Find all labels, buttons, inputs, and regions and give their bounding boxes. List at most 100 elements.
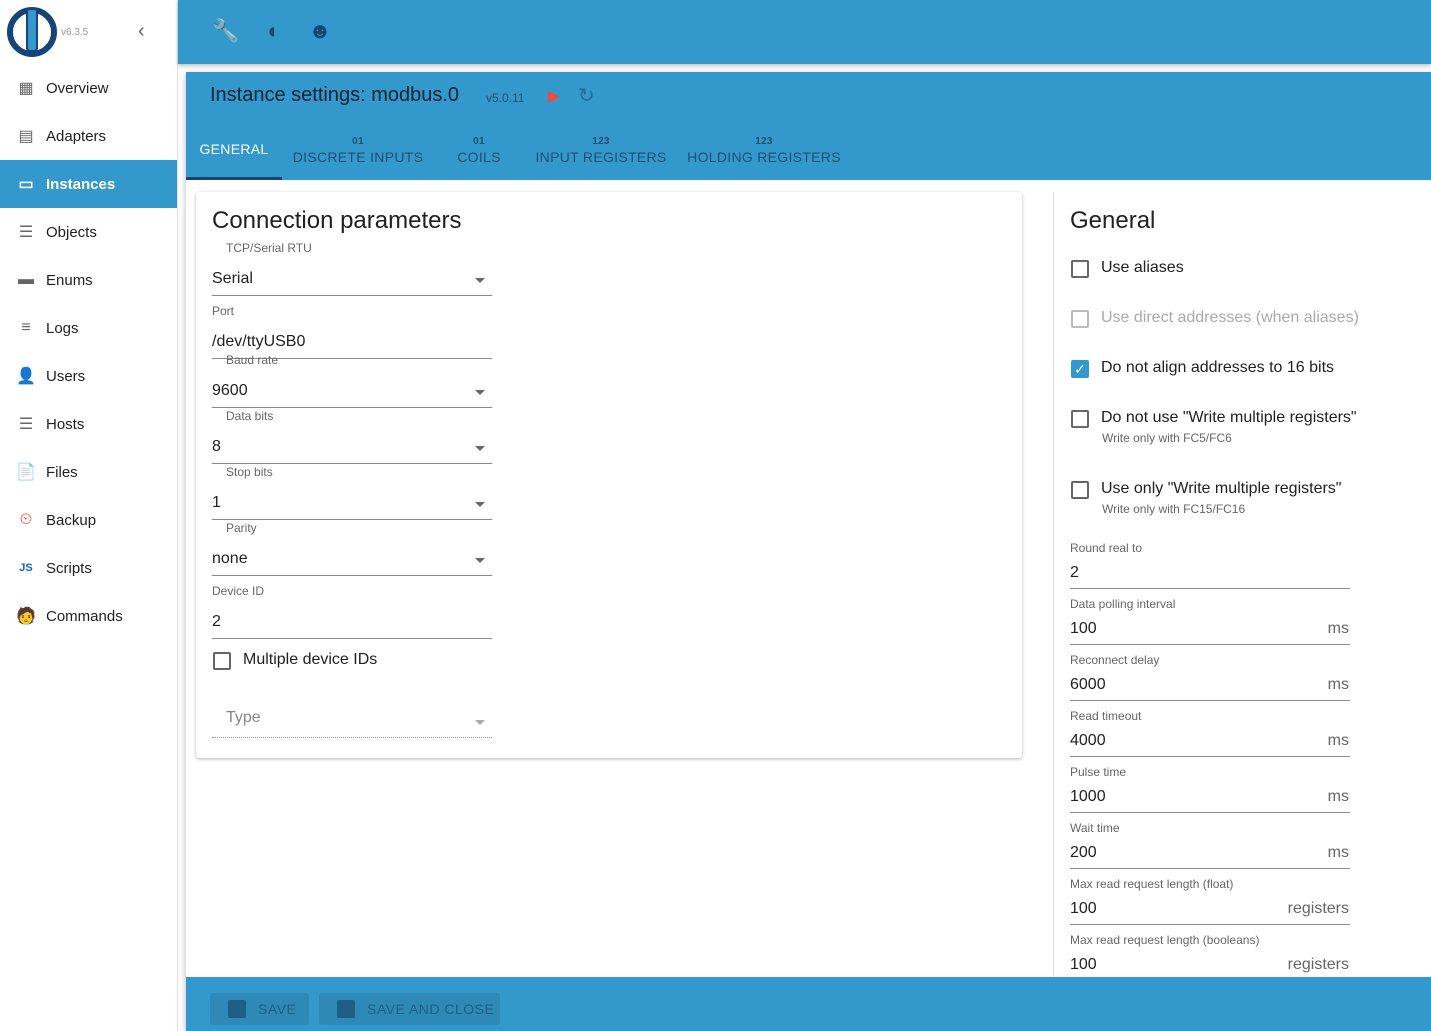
sidebar-item-files[interactable]: 📄 Files: [0, 448, 177, 496]
tab-label: COILS: [457, 148, 501, 165]
underline: [212, 737, 492, 738]
underline: [212, 519, 492, 520]
sidebar-item-logs[interactable]: ≡ Logs: [0, 304, 177, 352]
dropdown-arrow-icon: [475, 558, 485, 563]
connection-card: [196, 192, 1022, 758]
sidebar-item-scripts[interactable]: JS Scripts: [0, 544, 177, 592]
tab-label: GENERAL: [199, 140, 269, 157]
dialog-footer: SAVE SAVE AND CLOSE: [186, 977, 1431, 1031]
sidebar-item-label: Instances: [46, 175, 116, 193]
iobroker-logo: [7, 7, 57, 57]
underline: [1070, 868, 1350, 869]
sidebar-item-enums[interactable]: ▬ Enums: [0, 256, 177, 304]
checkbox-help: Write only with FC5/FC6: [1102, 431, 1232, 445]
logs-icon: ≡: [21, 319, 31, 336]
tab-discrete-inputs[interactable]: 01 DISCRETE INPUTS: [282, 120, 434, 180]
tab-icon: 123: [755, 135, 773, 147]
sidebar-item-overview[interactable]: ▦ Overview: [0, 64, 177, 112]
databits-label: Data bits: [226, 409, 274, 423]
theme-toggle-icon[interactable]: ◐: [260, 18, 288, 46]
save-button[interactable]: SAVE: [210, 993, 309, 1025]
tab-coils[interactable]: 01 COILS: [434, 120, 524, 180]
port-label: Port: [212, 304, 235, 318]
field-unit: ms: [1327, 732, 1349, 749]
field-unit: ms: [1327, 676, 1349, 693]
expert-mode-icon[interactable]: ☻: [306, 18, 334, 46]
sidebar-item-commands[interactable]: 🧑 Commands: [0, 592, 177, 640]
floppy-icon: [337, 1000, 355, 1018]
files-icon: 📄: [16, 464, 36, 481]
sidebar-item-label: Hosts: [46, 415, 85, 433]
tab-label: HOLDING REGISTERS: [687, 148, 841, 165]
sidebar-item-backup[interactable]: ⏲ Backup: [0, 496, 177, 544]
dropdown-arrow-icon: [475, 502, 485, 507]
baud-label: Baud rate: [226, 353, 279, 367]
tab-holding-registers[interactable]: 123 HOLDING REGISTERS: [678, 120, 850, 180]
field-label: Pulse time: [1070, 765, 1127, 779]
dialog-title: Instance settings: modbus.0: [210, 84, 460, 106]
collapse-chevron-icon[interactable]: ‹: [138, 20, 145, 43]
underline: [212, 295, 492, 296]
sidebar-item-adapters[interactable]: ▤ Adapters: [0, 112, 177, 160]
sidebar-item-users[interactable]: 👤 Users: [0, 352, 177, 400]
sidebar-item-label: Logs: [46, 319, 79, 337]
multiple-device-ids-checkbox[interactable]: [213, 652, 231, 670]
stopbits-label: Stop bits: [226, 465, 273, 479]
field-label: Read timeout: [1070, 709, 1142, 723]
hosts-icon: ☰: [18, 416, 34, 433]
deviceid-value: 2: [212, 613, 221, 630]
parity-value: none: [212, 550, 248, 567]
app-version: v6.3.5: [61, 27, 89, 38]
field-value: 2: [1070, 564, 1079, 581]
field-label: Reconnect delay: [1070, 653, 1160, 667]
checkbox[interactable]: [1071, 310, 1089, 328]
checkbox-label: Do not align addresses to 16 bits: [1101, 359, 1335, 376]
reload-icon[interactable]: ↻: [578, 83, 595, 108]
wrench-icon[interactable]: 🔧: [212, 18, 240, 46]
sidebar-item-label: Adapters: [46, 127, 107, 145]
type-placeholder: Type: [226, 709, 261, 726]
parity-label: Parity: [226, 521, 257, 535]
underline: [212, 463, 492, 464]
tab-general[interactable]: GENERAL: [186, 120, 282, 180]
field-label: Data polling interval: [1070, 597, 1176, 611]
checkbox[interactable]: [1071, 481, 1089, 499]
checkbox[interactable]: [1071, 260, 1089, 278]
sidebar-item-objects[interactable]: ☰ Objects: [0, 208, 177, 256]
sidebar-item-label: Files: [46, 463, 78, 481]
grid-icon: ▦: [18, 80, 34, 97]
field-label: Round real to: [1070, 541, 1143, 555]
field-unit: ms: [1327, 788, 1349, 805]
save-and-close-button[interactable]: SAVE AND CLOSE: [319, 993, 500, 1025]
field-value: 4000: [1070, 732, 1106, 749]
checkbox[interactable]: ✓: [1071, 360, 1089, 378]
sidebar-item-hosts[interactable]: ☰ Hosts: [0, 400, 177, 448]
store-icon: ▤: [18, 128, 34, 145]
field-label: Max read request length (float): [1070, 877, 1234, 891]
dropdown-arrow-icon: [475, 446, 485, 451]
underline: [1070, 700, 1350, 701]
checkbox-label: Use aliases: [1101, 259, 1184, 276]
field-value: 6000: [1070, 676, 1106, 693]
sidebar-item-label: Enums: [46, 271, 93, 289]
floppy-icon: [228, 1000, 246, 1018]
sidebar-item-label: Users: [46, 367, 86, 385]
baud-value: 9600: [212, 382, 248, 399]
connection-title: Connection parameters: [212, 207, 462, 234]
field-value: 100: [1070, 620, 1097, 637]
toolbar: 🔧 ◐ ☻: [178, 0, 1431, 64]
sidebar-item-instances[interactable]: ▭ Instances: [0, 160, 177, 208]
field-unit: ms: [1327, 620, 1349, 637]
port-value: /dev/ttyUSB0: [212, 333, 306, 350]
field-value: 100: [1070, 956, 1097, 973]
play-icon[interactable]: ▶: [548, 86, 560, 106]
tab-input-registers[interactable]: 123 INPUT REGISTERS: [524, 120, 678, 180]
checkbox[interactable]: [1071, 410, 1089, 428]
underline: [212, 575, 492, 576]
stopbits-value: 1: [212, 494, 221, 511]
underline: [1070, 588, 1350, 589]
dropdown-arrow-icon: [475, 390, 485, 395]
field-value: 1000: [1070, 788, 1106, 805]
save-label: SAVE: [258, 1001, 297, 1017]
field-value: 200: [1070, 844, 1097, 861]
